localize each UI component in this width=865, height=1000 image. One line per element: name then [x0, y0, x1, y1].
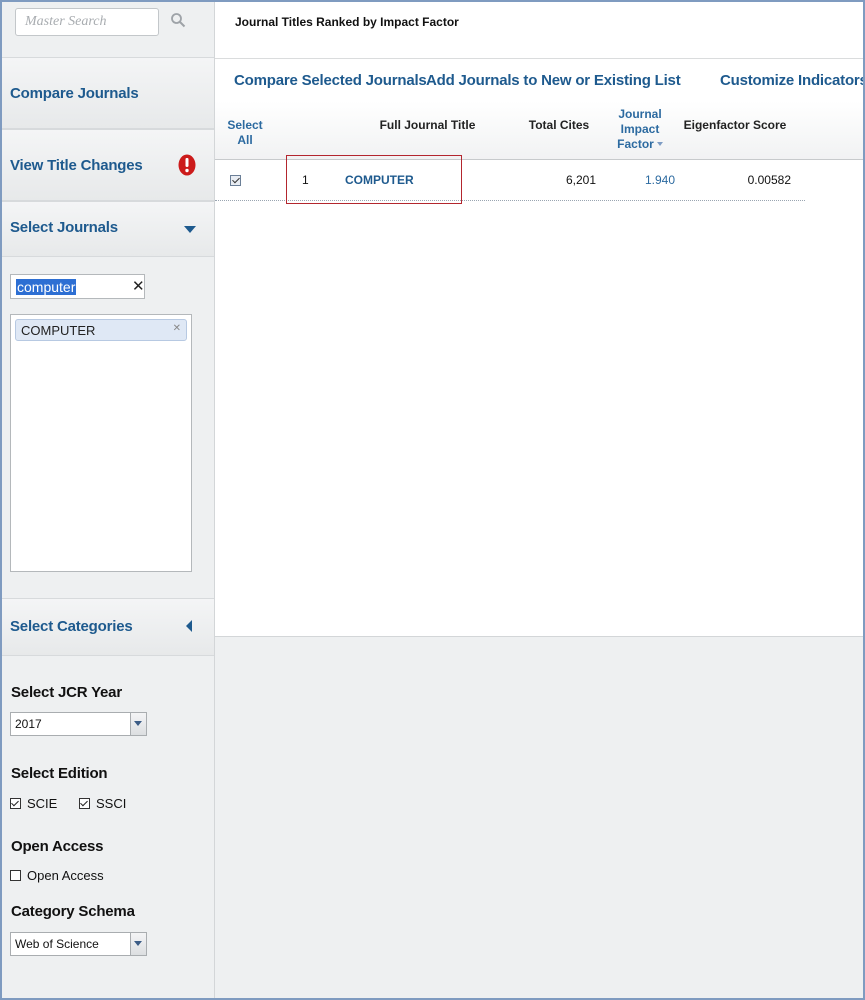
- chevron-down-icon[interactable]: [184, 226, 196, 233]
- sidebar: Master Search Compare Journals View Titl…: [2, 2, 215, 998]
- select-journals-label[interactable]: Select Journals: [10, 219, 118, 236]
- select-categories-label[interactable]: Select Categories: [10, 618, 133, 635]
- table-header: Select All Full Journal Title Total Cite…: [215, 101, 863, 160]
- jcr-year-heading: Select JCR Year: [11, 684, 122, 701]
- open-access-heading: Open Access: [11, 838, 104, 855]
- page-title: Journal Titles Ranked by Impact Factor: [235, 15, 459, 29]
- search-icon[interactable]: [170, 12, 186, 28]
- selected-journals-list: COMPUTER ✕: [10, 314, 192, 572]
- select-journals-section[interactable]: Select Journals: [2, 201, 214, 257]
- category-schema-select[interactable]: Web of Science: [10, 932, 147, 956]
- add-to-list-button[interactable]: Add Journals to New or Existing List: [426, 72, 681, 89]
- row-eigenfactor: 0.00582: [747, 173, 791, 187]
- app-frame: Master Search Compare Journals View Titl…: [0, 0, 865, 1000]
- scie-label: SCIE: [27, 796, 58, 811]
- alert-icon: [178, 154, 196, 176]
- jcr-year-select[interactable]: 2017: [10, 712, 147, 736]
- select-all-header[interactable]: Select All: [225, 118, 265, 148]
- master-search-input[interactable]: Master Search: [15, 8, 159, 36]
- full-title-header: Full Journal Title: [379, 118, 476, 132]
- category-schema-value: Web of Science: [15, 937, 99, 951]
- journal-search-value: computer: [16, 279, 77, 295]
- remove-icon[interactable]: ✕: [173, 323, 181, 334]
- jif-line3: Factor: [617, 137, 654, 151]
- edition-heading: Select Edition: [11, 765, 108, 782]
- row-checkbox[interactable]: [230, 175, 241, 186]
- journal-search-input[interactable]: computer ✕: [10, 274, 145, 299]
- category-schema-heading: Category Schema: [11, 903, 135, 920]
- jif-header[interactable]: Journal Impact Factor: [605, 107, 675, 152]
- sort-desc-icon: [656, 142, 663, 146]
- row-total-cites: 6,201: [565, 173, 596, 187]
- scie-checkbox[interactable]: [10, 798, 21, 809]
- chevron-left-icon[interactable]: [186, 620, 192, 632]
- highlight-box: [286, 155, 462, 204]
- open-access-checkbox[interactable]: [10, 870, 21, 881]
- dropdown-arrow-icon[interactable]: [130, 933, 146, 955]
- selected-journal-tag[interactable]: COMPUTER ✕: [15, 319, 187, 341]
- compare-selected-button[interactable]: Compare Selected Journals: [234, 72, 427, 89]
- action-bar: Compare Selected Journals Add Journals t…: [215, 59, 863, 102]
- jif-line2: Impact: [620, 122, 660, 136]
- edition-scie-option[interactable]: SCIE: [10, 796, 57, 811]
- master-search-row: Master Search: [2, 2, 214, 54]
- eigenfactor-header: Eigenfactor Score: [683, 118, 787, 132]
- total-cites-header: Total Cites: [528, 118, 590, 132]
- compare-journals-section[interactable]: Compare Journals: [2, 57, 214, 129]
- row-jif[interactable]: 1.940: [635, 173, 675, 187]
- open-access-label: Open Access: [27, 868, 104, 883]
- ssci-checkbox[interactable]: [79, 798, 90, 809]
- edition-ssci-option[interactable]: SSCI: [79, 796, 126, 811]
- selected-journal-label: COMPUTER: [21, 323, 96, 338]
- jcr-year-value: 2017: [15, 717, 42, 731]
- jif-line1: Journal: [618, 107, 662, 121]
- ssci-label: SSCI: [96, 796, 127, 811]
- empty-content-area: [215, 637, 863, 998]
- select-categories-section[interactable]: Select Categories: [2, 598, 214, 656]
- select-all-line2: All: [237, 133, 253, 147]
- view-title-changes-link[interactable]: View Title Changes: [10, 157, 143, 174]
- open-access-option[interactable]: Open Access: [10, 868, 104, 883]
- compare-journals-link[interactable]: Compare Journals: [10, 85, 139, 102]
- dropdown-arrow-icon[interactable]: [130, 713, 146, 735]
- customize-indicators-button[interactable]: Customize Indicators: [720, 72, 863, 89]
- clear-icon[interactable]: ✕: [132, 277, 145, 295]
- page-header: Journal Titles Ranked by Impact Factor: [215, 2, 863, 59]
- select-all-line1: Select: [227, 118, 263, 132]
